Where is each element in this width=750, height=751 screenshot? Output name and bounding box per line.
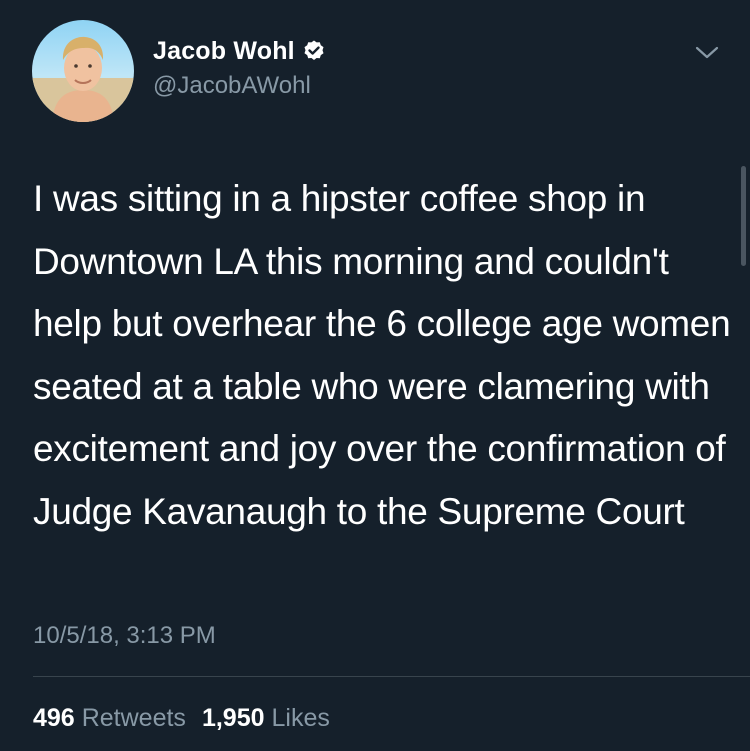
tweet-stats: 496 Retweets 1,950 Likes xyxy=(33,704,330,733)
tweet-detail: Jacob Wohl @JacobAWohl I was sitting in … xyxy=(0,0,750,751)
author-handle[interactable]: @JacobAWohl xyxy=(153,72,311,100)
retweets-stat[interactable]: 496 Retweets xyxy=(33,704,186,733)
divider xyxy=(33,676,750,677)
scrollbar[interactable] xyxy=(741,166,746,266)
likes-label: Likes xyxy=(271,704,330,732)
display-name[interactable]: Jacob Wohl xyxy=(153,37,295,66)
likes-stat[interactable]: 1,950 Likes xyxy=(202,704,330,733)
retweets-label: Retweets xyxy=(81,704,186,732)
retweets-count: 496 xyxy=(33,704,75,732)
author-name-row[interactable]: Jacob Wohl xyxy=(153,36,326,66)
chevron-down-icon[interactable] xyxy=(694,42,720,62)
tweet-timestamp[interactable]: 10/5/18, 3:13 PM xyxy=(33,622,216,650)
verified-badge-icon xyxy=(302,39,326,63)
avatar[interactable] xyxy=(32,20,134,122)
likes-count: 1,950 xyxy=(201,704,265,732)
profile-photo-icon xyxy=(32,20,134,122)
tweet-text: I was sitting in a hipster coffee shop i… xyxy=(33,178,731,532)
